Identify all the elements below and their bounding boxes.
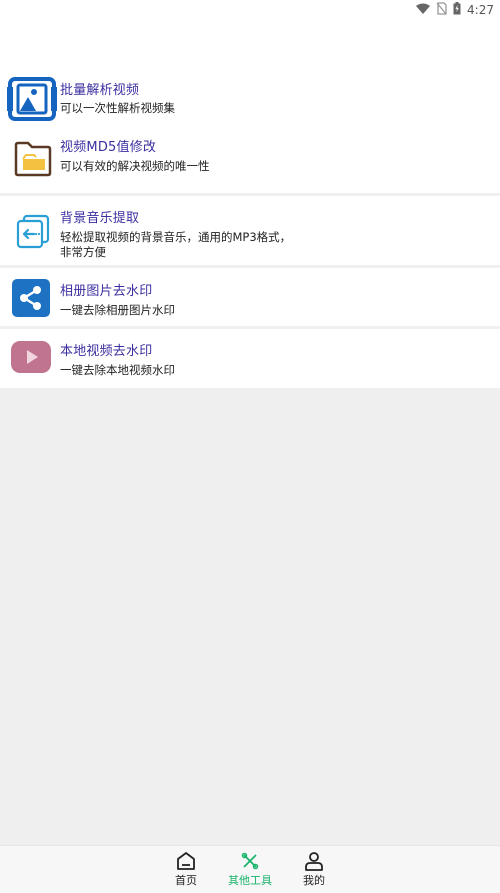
tab-mine[interactable]: 我的 <box>284 850 344 888</box>
tool-item-md5[interactable]: 视频MD5值修改 可以有效的解决视频的唯一性 <box>0 128 500 193</box>
tool-subtitle: 一键去除相册图片水印 <box>60 303 175 317</box>
tool-item-batch-parse[interactable]: 批量解析视频 可以一次性解析视频集 <box>0 68 500 128</box>
tool-subtitle: 可以一次性解析视频集 <box>60 101 175 115</box>
tool-item-photo-watermark[interactable]: 相册图片去水印 一键去除相册图片水印 <box>0 268 500 326</box>
tools-icon <box>220 850 280 872</box>
folder-icon <box>12 138 54 180</box>
bottom-nav: 首页 其他工具 我的 <box>0 845 500 893</box>
status-bar: 4:27 <box>0 0 500 20</box>
tool-title: 本地视频去水印 <box>60 344 153 359</box>
tool-title: 相册图片去水印 <box>60 284 153 299</box>
tab-other-tools[interactable]: 其他工具 <box>220 850 280 888</box>
tab-label: 首页 <box>175 874 197 887</box>
tool-title: 视频MD5值修改 <box>60 140 157 155</box>
tool-title: 背景音乐提取 <box>60 211 140 226</box>
tool-subtitle-continued: 非常方便 <box>60 245 106 259</box>
wifi-icon <box>416 3 431 18</box>
play-icon <box>11 337 51 377</box>
share-icon <box>11 278 51 318</box>
battery-icon <box>453 2 461 18</box>
tab-home[interactable]: 首页 <box>156 850 216 888</box>
profile-icon <box>284 850 344 872</box>
tool-list: 批量解析视频 可以一次性解析视频集 视频MD5值修改 可以有效的解决视频的唯一性 <box>0 68 500 388</box>
no-sim-icon <box>436 2 447 18</box>
home-icon <box>156 850 216 872</box>
status-icons: 4:27 <box>416 2 494 18</box>
tool-item-video-watermark[interactable]: 本地视频去水印 一键去除本地视频水印 <box>0 329 500 388</box>
tool-subtitle: 一键去除本地视频水印 <box>60 363 175 377</box>
header-space <box>0 20 500 68</box>
tool-subtitle: 轻松提取视频的背景音乐，通用的MP3格式， <box>60 230 292 244</box>
tool-title: 批量解析视频 <box>60 83 140 98</box>
tab-label: 我的 <box>303 874 325 887</box>
tool-item-music-extract[interactable]: 背景音乐提取 轻松提取视频的背景音乐，通用的MP3格式， 非常方便 <box>0 196 500 265</box>
tool-subtitle: 可以有效的解决视频的唯一性 <box>60 159 210 173</box>
tab-label: 其他工具 <box>228 874 272 887</box>
gallery-icon <box>6 76 58 122</box>
extract-icon <box>12 210 54 252</box>
clock-time: 4:27 <box>467 3 494 17</box>
